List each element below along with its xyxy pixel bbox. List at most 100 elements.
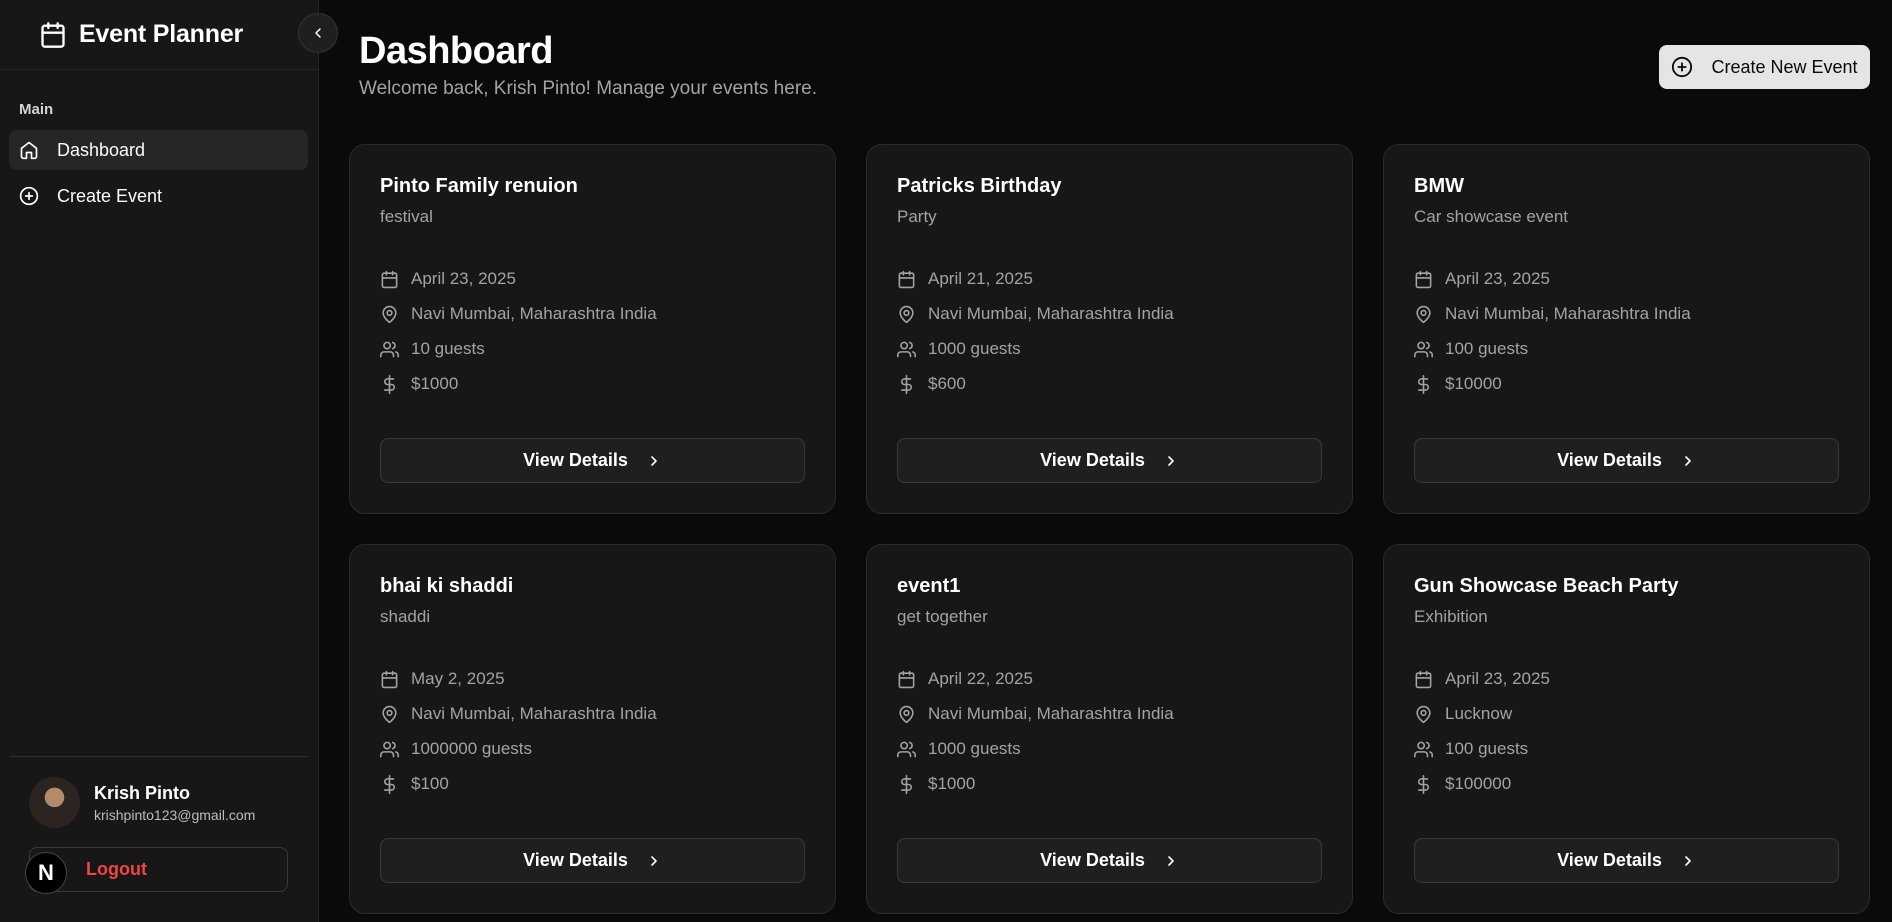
event-title: event1	[897, 575, 961, 597]
dollar-icon	[380, 774, 399, 794]
sidebar-item-label: Create Event	[57, 185, 163, 206]
chevron-right-icon	[1680, 853, 1696, 869]
sidebar-item-create-event[interactable]: Create Event	[9, 176, 308, 216]
event-budget: $10000	[1445, 374, 1502, 393]
event-type: get together	[897, 607, 988, 626]
map-pin-icon	[380, 305, 399, 324]
users-icon	[380, 340, 399, 359]
create-button-label: Create New Event	[1711, 56, 1858, 77]
event-title: bhai ki shaddi	[380, 575, 514, 597]
map-pin-icon	[1414, 305, 1433, 324]
event-guests: 1000 guests	[928, 339, 1021, 358]
event-card: Pinto Family renuion festival April 23, …	[349, 144, 836, 514]
view-details-button[interactable]: View Details	[380, 838, 805, 883]
event-date: May 2, 2025	[411, 669, 505, 688]
view-details-button[interactable]: View Details	[1414, 838, 1839, 883]
plus-circle-icon	[1671, 56, 1693, 78]
event-type: Party	[897, 207, 937, 226]
event-location: Lucknow	[1445, 704, 1513, 723]
dollar-icon	[1414, 774, 1433, 794]
sidebar-item-label: Dashboard	[57, 139, 146, 160]
logout-button[interactable]: Logout	[29, 847, 288, 892]
calendar-icon	[39, 21, 67, 49]
divider	[10, 756, 309, 757]
create-new-event-button[interactable]: Create New Event	[1659, 45, 1870, 89]
event-guests: 1000 guests	[928, 739, 1021, 758]
view-details-button[interactable]: View Details	[380, 438, 805, 483]
event-title: BMW	[1414, 175, 1464, 197]
view-details-label: View Details	[1557, 450, 1662, 470]
event-guests-row: 10 guests	[380, 339, 485, 359]
map-pin-icon	[1414, 705, 1433, 724]
view-details-label: View Details	[1557, 850, 1662, 870]
dollar-icon	[380, 374, 399, 394]
event-guests-row: 100 guests	[1414, 339, 1528, 359]
dollar-icon	[897, 774, 916, 794]
event-card: Gun Showcase Beach Party Exhibition Apri…	[1383, 544, 1870, 914]
avatar	[29, 777, 80, 828]
chevron-right-icon	[1163, 453, 1179, 469]
event-budget-row: $600	[897, 374, 966, 394]
event-card: BMW Car showcase event April 23, 2025 Na…	[1383, 144, 1870, 514]
event-date: April 23, 2025	[1445, 669, 1550, 688]
home-icon	[19, 140, 39, 160]
event-budget-row: $10000	[1414, 374, 1502, 394]
event-title: Gun Showcase Beach Party	[1414, 575, 1679, 597]
sidebar-item-dashboard[interactable]: Dashboard	[9, 130, 308, 170]
event-location: Navi Mumbai, Maharashtra India	[928, 304, 1174, 323]
event-guests-row: 1000 guests	[897, 739, 1021, 759]
event-date-row: May 2, 2025	[380, 669, 505, 689]
view-details-button[interactable]: View Details	[897, 438, 1322, 483]
chevron-right-icon	[1680, 453, 1696, 469]
event-location: Navi Mumbai, Maharashtra India	[928, 704, 1174, 723]
calendar-icon	[897, 670, 916, 689]
event-guests-row: 1000000 guests	[380, 739, 532, 759]
event-budget-row: $100	[380, 774, 449, 794]
event-date-row: April 22, 2025	[897, 669, 1033, 689]
event-card: bhai ki shaddi shaddi May 2, 2025 Navi M…	[349, 544, 836, 914]
event-title: Patricks Birthday	[897, 175, 1062, 197]
users-icon	[1414, 340, 1433, 359]
event-location: Navi Mumbai, Maharashtra India	[411, 704, 657, 723]
event-location: Navi Mumbai, Maharashtra India	[411, 304, 657, 323]
users-icon	[1414, 740, 1433, 759]
chevron-left-icon	[310, 25, 326, 41]
view-details-button[interactable]: View Details	[897, 838, 1322, 883]
event-budget: $1000	[928, 774, 976, 793]
user-email: krishpinto123@gmail.com	[94, 807, 256, 823]
event-guests-row: 1000 guests	[897, 339, 1021, 359]
collapse-sidebar-button[interactable]	[298, 13, 338, 53]
dollar-icon	[897, 374, 916, 394]
view-details-button[interactable]: View Details	[1414, 438, 1839, 483]
map-pin-icon	[380, 705, 399, 724]
event-date: April 21, 2025	[928, 269, 1033, 288]
event-location-row: Navi Mumbai, Maharashtra India	[380, 704, 657, 724]
view-details-label: View Details	[523, 850, 628, 870]
event-guests: 100 guests	[1445, 339, 1529, 358]
event-type: Exhibition	[1414, 607, 1488, 626]
view-details-label: View Details	[1040, 450, 1145, 470]
calendar-icon	[1414, 670, 1433, 689]
event-type: Car showcase event	[1414, 207, 1569, 226]
event-budget-row: $100000	[1414, 774, 1511, 794]
users-icon	[897, 340, 916, 359]
users-icon	[380, 740, 399, 759]
event-date: April 22, 2025	[928, 669, 1033, 688]
event-guests-row: 100 guests	[1414, 739, 1528, 759]
event-type: shaddi	[380, 607, 431, 626]
event-budget: $1000	[411, 374, 459, 393]
event-location-row: Navi Mumbai, Maharashtra India	[380, 304, 657, 324]
user-name: Krish Pinto	[94, 783, 191, 803]
sidebar: Event Planner Main Dashboard Create Even…	[0, 0, 319, 922]
event-title: Pinto Family renuion	[380, 175, 578, 197]
event-date: April 23, 2025	[411, 269, 516, 288]
chevron-right-icon	[646, 853, 662, 869]
event-guests: 100 guests	[1445, 739, 1529, 758]
calendar-icon	[1414, 270, 1433, 289]
event-location-row: Navi Mumbai, Maharashtra India	[897, 304, 1174, 324]
calendar-icon	[380, 670, 399, 689]
users-icon	[897, 740, 916, 759]
brand: Event Planner	[0, 0, 318, 70]
framework-badge[interactable]: N	[25, 852, 67, 894]
event-date-row: April 23, 2025	[380, 269, 516, 289]
